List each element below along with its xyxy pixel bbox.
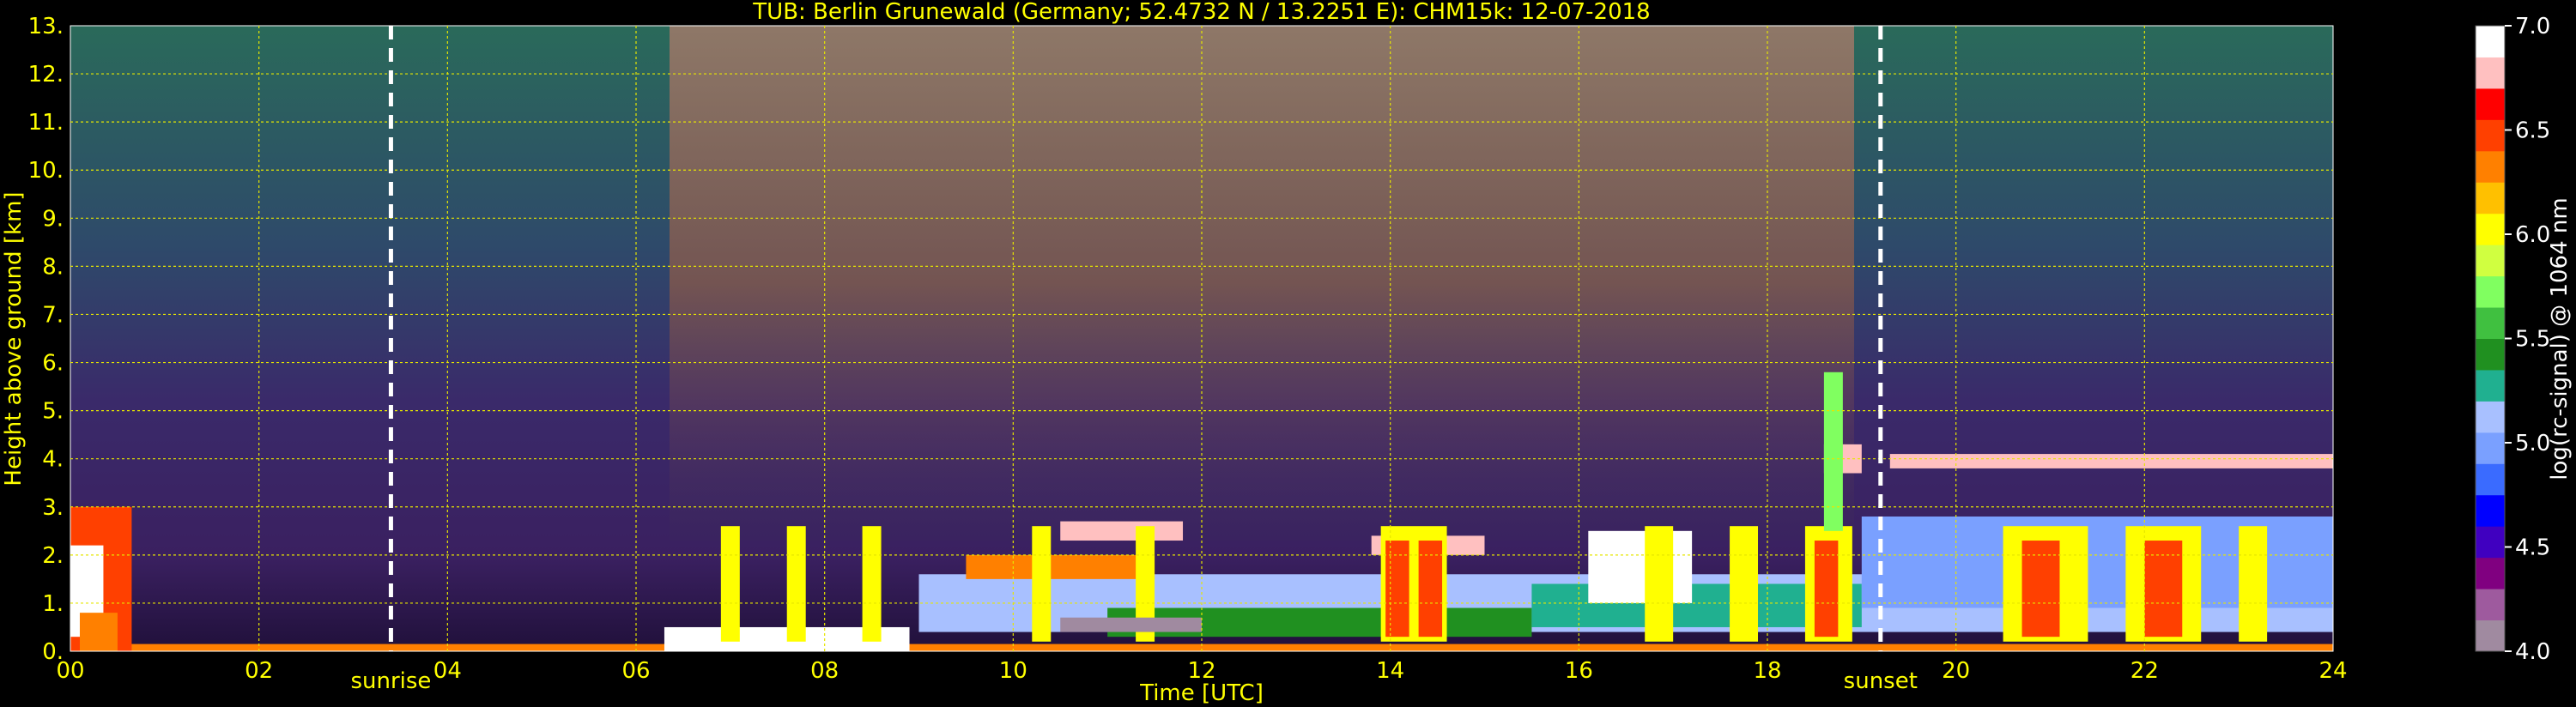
colorbar-segment bbox=[2476, 494, 2505, 527]
backscatter-region bbox=[966, 554, 1155, 579]
colorbar-tick-label: 5.5 bbox=[2515, 327, 2550, 353]
colorbar-tick-label: 6.5 bbox=[2515, 118, 2550, 144]
colorbar-segment bbox=[2476, 463, 2505, 496]
colorbar-tick-label: 4.0 bbox=[2515, 639, 2550, 665]
y-tick-label: 5. bbox=[42, 399, 64, 425]
colorbar-segment bbox=[2476, 401, 2505, 433]
y-tick-label: 10. bbox=[28, 158, 64, 184]
colorbar-tick-label: 5.0 bbox=[2515, 431, 2550, 456]
y-tick-label: 12. bbox=[28, 62, 64, 88]
sunrise-label: sunrise bbox=[350, 668, 431, 694]
colorbar-tick-label: 4.5 bbox=[2515, 535, 2550, 561]
y-tick-label: 4. bbox=[42, 447, 64, 473]
sunset-label: sunset bbox=[1844, 668, 1918, 694]
colorbar-tick-label: 7.0 bbox=[2515, 14, 2550, 39]
x-tick-label: 08 bbox=[810, 658, 839, 684]
colorbar-segment bbox=[2476, 275, 2505, 308]
backscatter-region bbox=[786, 526, 806, 642]
y-tick-label: 7. bbox=[42, 302, 64, 328]
y-tick-label: 6. bbox=[42, 351, 64, 377]
backscatter-region bbox=[79, 613, 118, 651]
backscatter-region bbox=[1730, 526, 1759, 642]
x-tick-label: 04 bbox=[433, 658, 462, 684]
x-tick-label: 20 bbox=[1942, 658, 1970, 684]
x-tick-label: 18 bbox=[1753, 658, 1781, 684]
colorbar bbox=[2475, 25, 2506, 652]
backscatter-region bbox=[2239, 526, 2268, 642]
colorbar-segment bbox=[2476, 338, 2505, 371]
backscatter-region bbox=[1645, 526, 1674, 642]
backscatter-region bbox=[720, 526, 740, 642]
colorbar-segment bbox=[2476, 432, 2505, 464]
colorbar-segment bbox=[2476, 88, 2505, 120]
colorbar-segment bbox=[2476, 619, 2505, 652]
chart-title: TUB: Berlin Grunewald (Germany; 52.4732 … bbox=[752, 0, 1650, 25]
colorbar-segment bbox=[2476, 26, 2505, 57]
colorbar-segment bbox=[2476, 307, 2505, 339]
backscatter-region bbox=[1060, 521, 1184, 541]
x-tick-label: 10 bbox=[999, 658, 1027, 684]
x-tick-label: 02 bbox=[245, 658, 273, 684]
y-tick-label: 11. bbox=[28, 110, 64, 136]
x-tick-label: 22 bbox=[2131, 658, 2159, 684]
y-tick-label: 3. bbox=[42, 495, 64, 521]
colorbar-segment bbox=[2476, 557, 2505, 589]
colorbar-label: log(rc-signal) @ 1064 nm bbox=[2547, 197, 2573, 480]
x-tick-label: 14 bbox=[1376, 658, 1404, 684]
backscatter-region bbox=[1889, 454, 2333, 468]
x-tick-label: 16 bbox=[1565, 658, 1593, 684]
colorbar-segment bbox=[2476, 369, 2505, 402]
y-tick-label: 0. bbox=[42, 639, 64, 665]
x-tick-label: 06 bbox=[621, 658, 650, 684]
y-tick-label: 13. bbox=[28, 14, 64, 39]
backscatter-region bbox=[1588, 530, 1693, 603]
x-axis-label: Time [UTC] bbox=[1139, 680, 1264, 706]
colorbar-segment bbox=[2476, 589, 2505, 621]
colorbar-tick-label: 6.0 bbox=[2515, 222, 2550, 248]
colorbar-segment bbox=[2476, 213, 2505, 245]
backscatter-region bbox=[1060, 617, 1202, 632]
y-axis-ticks: 0. 1. 2. 3. 4. 5. 6. 7. 8. 9. 10. 11. 12. 13. bbox=[28, 14, 64, 665]
colorbar-segment bbox=[2476, 150, 2505, 183]
y-tick-label: 1. bbox=[42, 591, 64, 617]
colorbar-segment bbox=[2476, 119, 2505, 152]
ceilometer-plot: 00 02 04 06 08 10 12 14 16 18 20 22 24 0.1.2.3.4.5.6… bbox=[1, 0, 2573, 706]
colorbar-segment bbox=[2476, 57, 2505, 89]
y-axis-label: Height above ground [km] bbox=[1, 191, 27, 486]
colorbar-segment bbox=[2476, 245, 2505, 277]
colorbar-segment bbox=[2476, 526, 2505, 559]
backscatter-region bbox=[1032, 526, 1052, 642]
y-tick-label: 8. bbox=[42, 254, 64, 280]
y-tick-label: 9. bbox=[42, 206, 64, 232]
daytime-noise bbox=[670, 26, 1854, 541]
y-tick-label: 2. bbox=[42, 543, 64, 569]
colorbar-ticks: 4.0 4.5 5.0 5.5 6.0 6.5 7.0 bbox=[2505, 14, 2550, 665]
backscatter-region bbox=[862, 526, 882, 642]
x-tick-label: 24 bbox=[2318, 658, 2347, 684]
colorbar-segment bbox=[2476, 182, 2505, 215]
